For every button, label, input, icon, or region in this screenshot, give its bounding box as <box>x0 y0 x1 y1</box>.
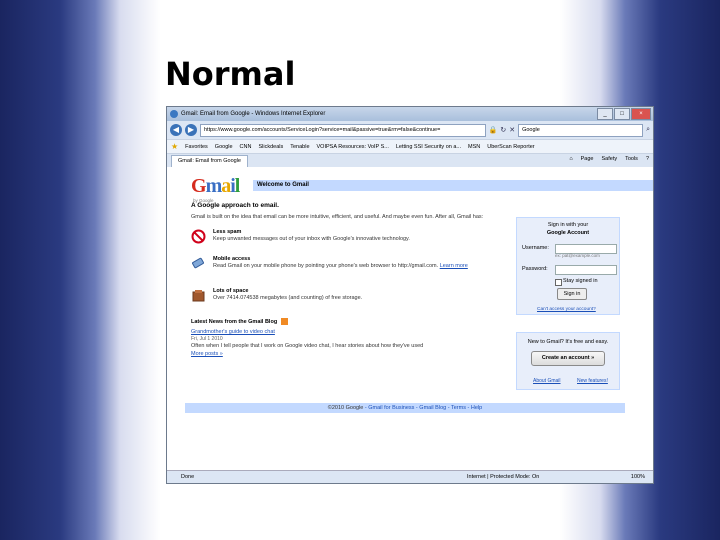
feature-title: Less spam <box>213 229 242 235</box>
welcome-banner: Welcome to Gmail <box>253 180 653 191</box>
news-date: Fri, Jul 1 2010 <box>191 336 223 342</box>
feature-desc-text: Read Gmail on your mobile phone by point… <box>213 263 439 269</box>
signin-subtitle: Google Account <box>546 230 590 236</box>
footer-link[interactable]: Terms <box>451 405 466 411</box>
feature-title: Mobile access <box>213 256 251 262</box>
learn-more-link[interactable]: Learn more <box>440 263 468 269</box>
more-posts-link[interactable]: More posts » <box>191 351 223 357</box>
refresh-icon[interactable]: ↻ <box>500 126 506 134</box>
search-icon[interactable]: ⌕ <box>646 126 650 134</box>
storage-box-icon <box>192 290 205 302</box>
favorite-item[interactable]: Google <box>215 144 233 150</box>
safety-menu[interactable]: Safety <box>602 156 618 162</box>
forward-button[interactable]: ▶ <box>185 124 197 136</box>
stop-icon[interactable]: ✕ <box>509 126 515 134</box>
favorite-item[interactable]: Slickdeals <box>258 144 283 150</box>
about-gmail-link[interactable]: About Gmail <box>533 378 561 384</box>
back-button[interactable]: ◀ <box>170 124 182 136</box>
window-title: Gmail: Email from Google - Windows Inter… <box>181 111 326 117</box>
create-account-text: New to Gmail? It's free and easy. <box>527 339 609 345</box>
help-icon[interactable]: ? <box>646 156 649 162</box>
cant-access-link[interactable]: Can't access your account? <box>537 307 596 312</box>
page-content: Gmail by Google Welcome to Gmail A Googl… <box>167 167 653 472</box>
tagline: A Google approach to email. <box>191 202 279 209</box>
close-button[interactable]: × <box>631 108 651 120</box>
security-zone: Internet | Protected Mode: On <box>467 474 540 480</box>
create-account-box: New to Gmail? It's free and easy. Create… <box>516 332 620 390</box>
title-bar: Gmail: Email from Google - Windows Inter… <box>167 107 653 121</box>
rss-icon[interactable] <box>281 318 289 325</box>
window-controls: _ □ × <box>597 108 651 120</box>
maximize-button[interactable]: □ <box>614 108 630 120</box>
status-text: Done <box>181 474 195 480</box>
favorite-item[interactable]: CNN <box>240 144 252 150</box>
footer-link[interactable]: Gmail for Business <box>368 405 414 411</box>
lock-icon: 🔒 <box>488 127 498 134</box>
favorites-star-icon[interactable]: ★ <box>171 142 178 151</box>
feature-desc: Read Gmail on your mobile phone by point… <box>213 263 483 270</box>
password-label: Password: <box>522 266 548 272</box>
feature-title: Lots of space <box>213 288 249 294</box>
minimize-button[interactable]: _ <box>597 108 613 120</box>
tab-gmail[interactable]: Gmail: Email from Google <box>171 154 248 168</box>
gmail-logo: Gmail <box>191 175 240 197</box>
address-bar: ◀ ▶ https://www.google.com/accounts/Serv… <box>167 121 653 139</box>
browser-window: Gmail: Email from Google - Windows Inter… <box>166 106 654 484</box>
intro-text: Gmail is built on the idea that email ca… <box>191 214 484 220</box>
news-post-link[interactable]: Grandmother's guide to video chat <box>191 329 275 335</box>
footer: ©2010 Google - Gmail for Business - Gmai… <box>185 403 625 413</box>
signin-box: Sign in with your Google Account Usernam… <box>516 217 620 315</box>
news-text: Often when I tell people that I work on … <box>191 343 424 349</box>
command-bar: ⌂ Page Safety Tools ? <box>569 156 649 162</box>
favorite-item[interactable]: UberScan Reporter <box>487 144 534 150</box>
stay-signed-in-checkbox[interactable] <box>555 279 562 286</box>
zoom-level[interactable]: 100% <box>631 471 645 483</box>
favorite-item[interactable]: Tenable <box>290 144 309 150</box>
create-account-button[interactable]: Create an account » <box>531 351 605 366</box>
news-heading-text: Latest News from the Gmail Blog <box>191 318 278 325</box>
footer-link[interactable]: Gmail Blog <box>419 405 446 411</box>
username-hint: ex: pat@example.com <box>555 253 600 258</box>
ie-logo-icon <box>170 110 178 118</box>
favorites-bar: ★ Favorites Google CNN Slickdeals Tenabl… <box>167 139 653 153</box>
mobile-phone-icon <box>192 257 204 269</box>
favorites-label[interactable]: Favorites <box>185 144 208 150</box>
home-icon[interactable]: ⌂ <box>569 156 572 162</box>
page-menu[interactable]: Page <box>581 156 594 162</box>
search-input[interactable]: Google <box>518 123 644 137</box>
tab-bar: Gmail: Email from Google ⌂ Page Safety T… <box>167 153 653 168</box>
favorite-item[interactable]: Letting SSI Security on a... <box>396 144 461 150</box>
url-field[interactable]: https://www.google.com/accounts/ServiceL… <box>200 123 486 137</box>
feature-desc: Keep unwanted messages out of your inbox… <box>213 236 410 242</box>
stay-signed-in-label: Stay signed in <box>563 278 598 284</box>
no-spam-icon <box>191 229 206 244</box>
tools-menu[interactable]: Tools <box>625 156 638 162</box>
footer-link[interactable]: Help <box>471 405 482 411</box>
favorite-item[interactable]: MSN <box>468 144 480 150</box>
status-bar: Done Internet | Protected Mode: On 100% <box>167 470 653 483</box>
slide-title: Normal <box>165 55 296 93</box>
new-features-link[interactable]: New features! <box>577 378 608 384</box>
signin-title: Sign in with your <box>547 222 589 228</box>
copyright: ©2010 Google <box>327 405 364 411</box>
username-label: Username: <box>522 245 549 251</box>
password-field[interactable] <box>555 265 617 275</box>
feature-desc: Over 7414.074538 megabytes (and counting… <box>213 295 363 301</box>
news-heading: Latest News from the Gmail Blog <box>191 318 289 325</box>
sign-in-button[interactable]: Sign in <box>557 288 587 300</box>
favorite-item[interactable]: VOIPSA Resources: VoIP S... <box>317 144 389 150</box>
